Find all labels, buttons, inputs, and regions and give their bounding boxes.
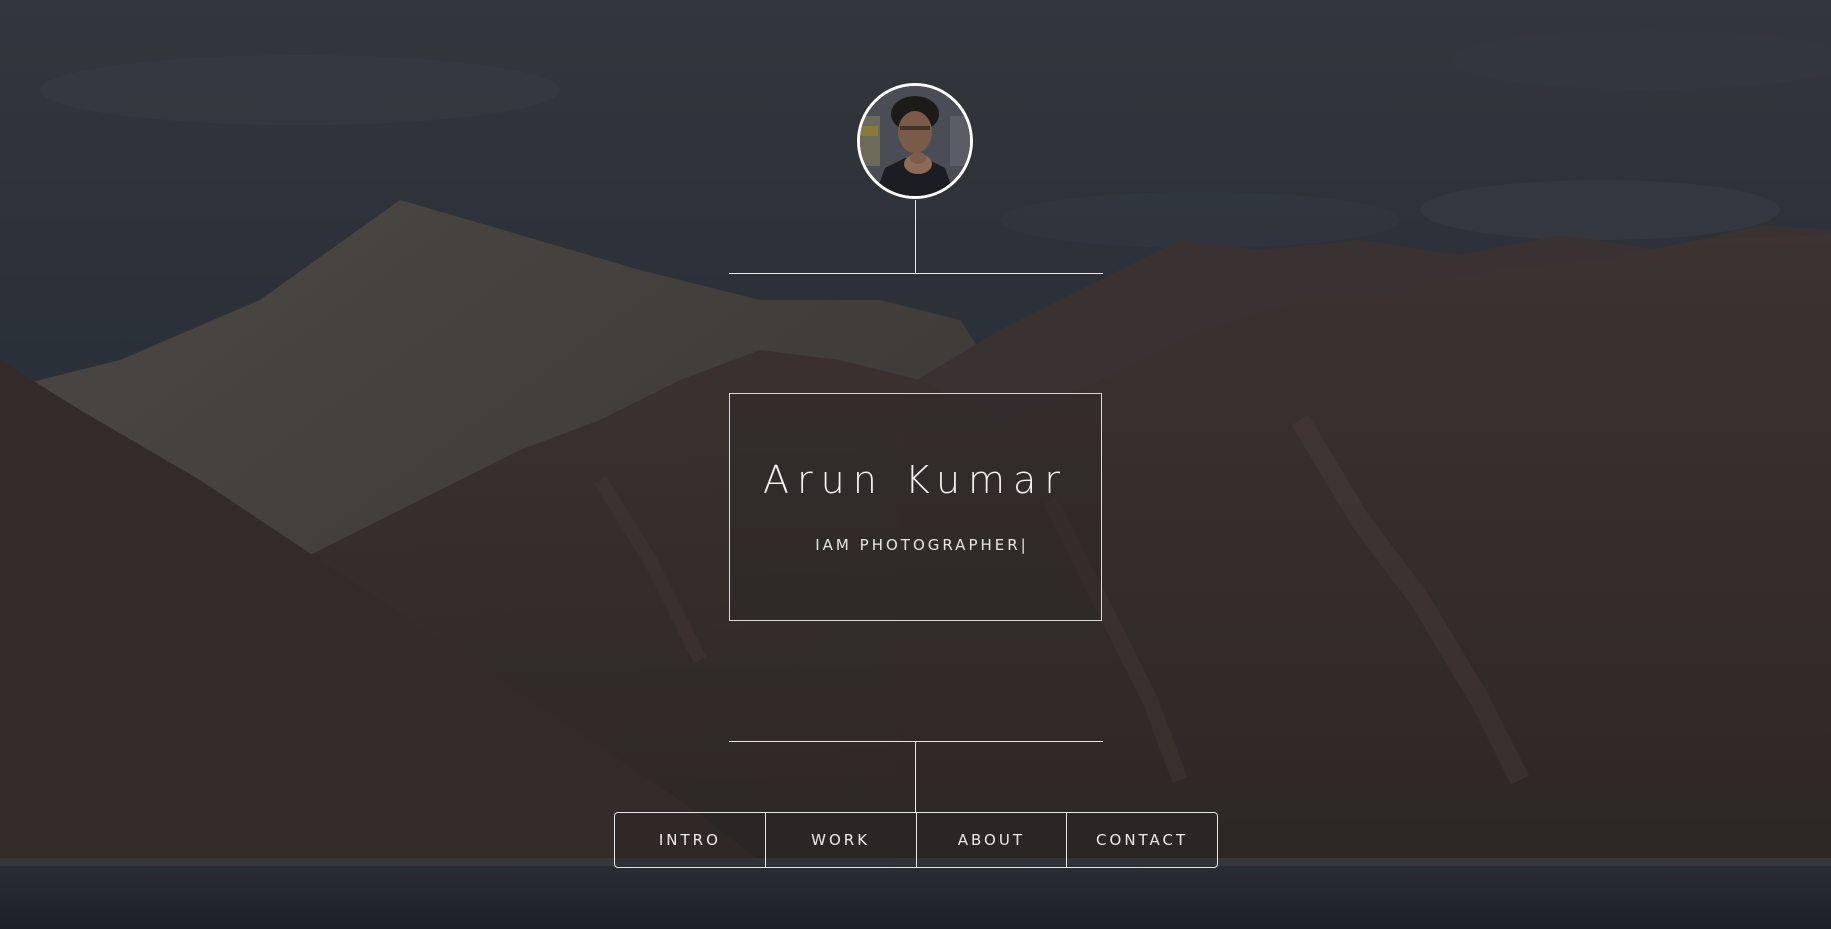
nav-item-intro[interactable]: INTRO <box>615 813 766 867</box>
nav-item-work[interactable]: WORK <box>766 813 917 867</box>
divider-line-top <box>729 273 1103 274</box>
profile-name: Arun Kumar <box>763 458 1068 502</box>
person-photo-icon <box>860 86 970 196</box>
tagline-text: IAM PHOTOGRAPHER <box>815 536 1021 554</box>
main-nav: INTRO WORK ABOUT CONTACT <box>614 812 1218 868</box>
nav-item-contact[interactable]: CONTACT <box>1067 813 1217 867</box>
typing-cursor: | <box>1020 536 1026 554</box>
hero-section: Arun Kumar IAM PHOTOGRAPHER| INTRO WORK … <box>0 0 1831 929</box>
connector-line-top-vertical <box>915 200 916 274</box>
profile-avatar <box>857 83 973 199</box>
nav-item-about[interactable]: ABOUT <box>917 813 1068 867</box>
divider-line-bottom <box>729 741 1103 742</box>
profile-tagline: IAM PHOTOGRAPHER| <box>730 536 1101 554</box>
name-card: Arun Kumar IAM PHOTOGRAPHER| <box>729 393 1102 621</box>
connector-line-bottom-vertical <box>915 741 916 813</box>
